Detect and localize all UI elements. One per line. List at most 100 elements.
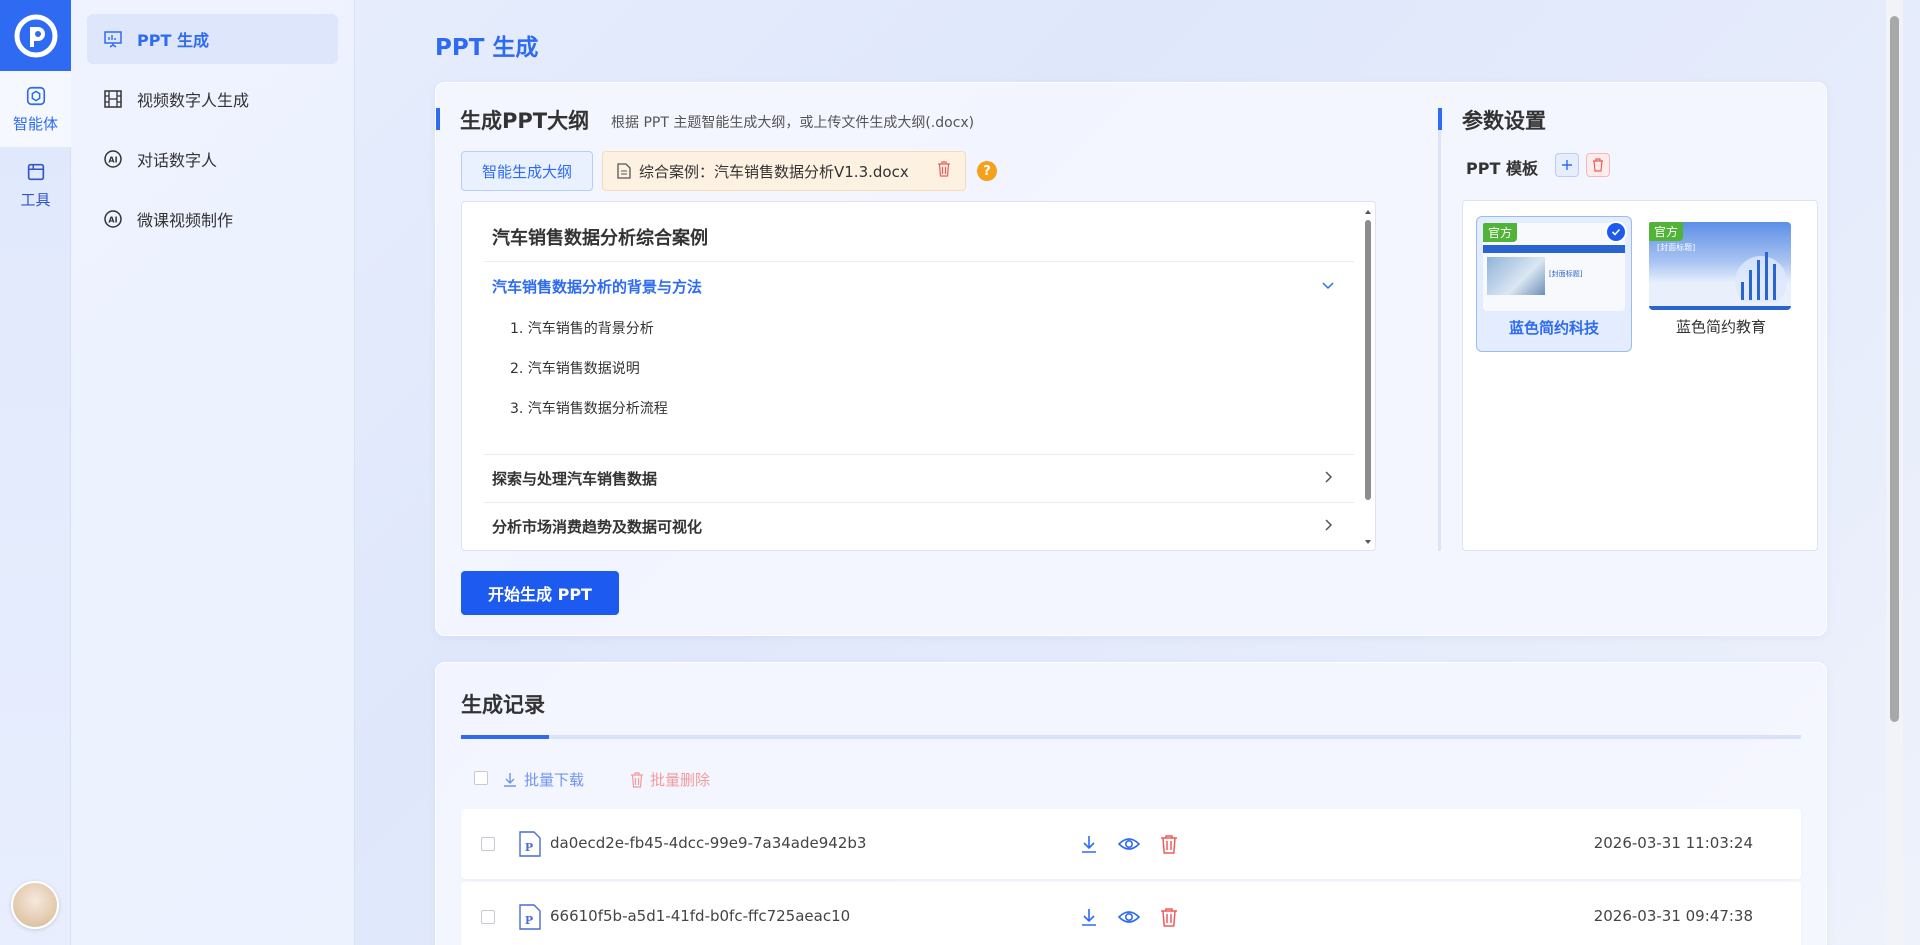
records-tab-indicator [461,735,1801,739]
rail-item-agent[interactable]: 智能体 [0,71,71,147]
official-badge: 官方 [1483,223,1518,242]
template-name: 蓝色简约教育 [1675,318,1766,336]
ai-icon: AI [104,210,122,228]
sidebar-item-label: PPT 生成 [137,31,209,50]
chapter-2-header[interactable]: 探索与处理汽车销售数据 [492,468,657,489]
thumb-cover-title: [封面标题] [1657,243,1696,252]
outline-sub-item[interactable]: 3. 汽车销售数据分析流程 [510,398,668,418]
ai-icon: AI [104,150,122,168]
outline-sub-item[interactable]: 2. 汽车销售数据说明 [510,358,640,378]
template-card-education[interactable]: [封面标题] 官方 蓝色简约教育 [1643,216,1799,352]
params-section-title: 参数设置 [1438,105,1546,135]
avatar[interactable] [11,881,59,929]
bulk-delete-button[interactable]: 批量删除 [630,769,710,790]
uploaded-file-chip: 综合案例：汽车销售数据分析V1.3.docx [602,151,966,191]
template-card-tech[interactable]: [封面标题] 官方 蓝色简约科技 [1476,216,1632,352]
delete-file-button[interactable] [937,161,951,181]
download-icon[interactable] [1078,833,1100,855]
file-name[interactable]: da0ecd2e-fb45-4dcc-99e9-7a34ade942b3 [550,834,866,852]
trash-icon[interactable] [1158,906,1180,928]
generate-card: 生成PPT大纲 根据 PPT 主题智能生成大纲，或上传文件生成大纲(.docx)… [435,82,1827,636]
sidebar-item-ppt[interactable]: PPT 生成 [87,14,338,64]
outline-section-title: 生成PPT大纲 [436,105,589,135]
eye-icon[interactable] [1118,833,1140,855]
sidebar-item-video-avatar[interactable]: 视频数字人生成 [87,74,338,124]
download-icon[interactable] [1078,906,1100,928]
agent-icon [26,86,45,105]
thumb-band [1483,245,1625,253]
sidebar-item-label: 微课视频制作 [137,211,234,230]
created-time: 2026-03-31 11:03:24 [1593,834,1753,852]
app-logo[interactable] [0,0,71,71]
app-rail: 智能体 工具 [0,0,71,945]
sidebar-item-micro-course[interactable]: AI 微课视频制作 [87,194,338,244]
page-title: PPT 生成 [435,35,539,61]
trash-icon [631,771,643,788]
row-checkbox[interactable] [481,910,495,924]
rail-item-label: 工具 [20,190,51,209]
plus-icon [1562,160,1572,170]
page-scrollbar[interactable] [1886,0,1903,945]
outline-description: 根据 PPT 主题智能生成大纲，或上传文件生成大纲(.docx) [611,115,975,131]
sidebar-item-label: 视频数字人生成 [137,91,250,110]
outline-doc-title: 汽车销售数据分析综合案例 [492,228,708,249]
chevron-right-icon[interactable] [1321,518,1335,532]
ppt-file-icon: P [519,904,541,930]
thumb-image [1487,257,1545,295]
thumb-bars [1735,252,1787,302]
svg-text:P: P [525,841,533,854]
sub-sidebar: PPT 生成 视频数字人生成 AI 对话数字人 AI 微课视频制作 [71,0,355,945]
sidebar-item-label: 对话数字人 [137,151,218,170]
chevron-down-icon[interactable] [1321,278,1335,292]
divider [484,502,1354,503]
outline-scrollbar-thumb[interactable] [1365,220,1371,500]
start-generate-ppt-button[interactable]: 开始生成 PPT [461,571,619,615]
file-name[interactable]: 66610f5b-a5d1-41fd-b0fc-ffc725aeac10 [550,907,850,925]
select-all-checkbox[interactable] [474,771,488,785]
template-name: 蓝色简约科技 [1508,319,1599,337]
thumb-band [1649,306,1791,310]
svg-text:AI: AI [108,156,117,165]
rail-item-label: 智能体 [12,114,58,133]
document-icon [617,163,631,179]
svg-text:AI: AI [108,216,117,225]
trash-icon [1593,158,1603,172]
template-panel: [封面标题] 官方 蓝色简约科技 [封面标题] 官方 蓝色简约教育 [1462,200,1818,551]
bulk-download-button[interactable]: 批量下载 [502,769,584,790]
smart-generate-outline-button[interactable]: 智能生成大纲 [461,151,594,191]
presentation-icon [104,31,122,48]
bulk-delete-label: 批量删除 [650,771,711,789]
row-actions [1078,906,1180,928]
thumb-cover-title: [封面标题] [1549,270,1583,278]
trash-icon[interactable] [1158,833,1180,855]
sidebar-item-chat-avatar[interactable]: AI 对话数字人 [87,134,338,184]
divider [484,261,1354,262]
file-name: 综合案例：汽车销售数据分析V1.3.docx [639,162,909,181]
created-time: 2026-03-31 09:47:38 [1593,907,1753,925]
chapter-1-header[interactable]: 汽车销售数据分析的背景与方法 [492,276,702,297]
row-actions [1078,833,1180,855]
eye-icon[interactable] [1118,906,1140,928]
add-template-button[interactable] [1555,153,1579,177]
table-row: P 66610f5b-a5d1-41fd-b0fc-ffc725aeac10 2… [461,882,1801,945]
page-scrollbar-thumb[interactable] [1890,16,1899,722]
chapter-3-header[interactable]: 分析市场消费趋势及数据可视化 [492,516,702,537]
delete-template-button[interactable] [1586,153,1610,177]
outline-tree: 汽车销售数据分析综合案例 汽车销售数据分析的背景与方法 1. 汽车销售的背景分析… [461,201,1376,551]
ppt-file-icon: P [519,831,541,857]
svg-text:P: P [525,914,533,927]
help-icon[interactable]: ? [977,161,997,181]
toolbox-icon [27,163,44,180]
rail-item-tools[interactable]: 工具 [0,147,71,223]
vertical-divider [1438,108,1441,551]
trash-icon [938,161,950,177]
outline-sub-item[interactable]: 1. 汽车销售的背景分析 [510,318,654,338]
bulk-download-label: 批量下载 [524,771,585,789]
table-row: P da0ecd2e-fb45-4dcc-99e9-7a34ade942b3 2… [461,809,1801,879]
chevron-right-icon[interactable] [1321,470,1335,484]
film-icon [104,90,122,108]
row-checkbox[interactable] [481,837,495,851]
logo-icon [14,14,57,57]
official-badge: 官方 [1649,222,1684,241]
ppt-template-label: PPT 模板 [1466,159,1538,178]
